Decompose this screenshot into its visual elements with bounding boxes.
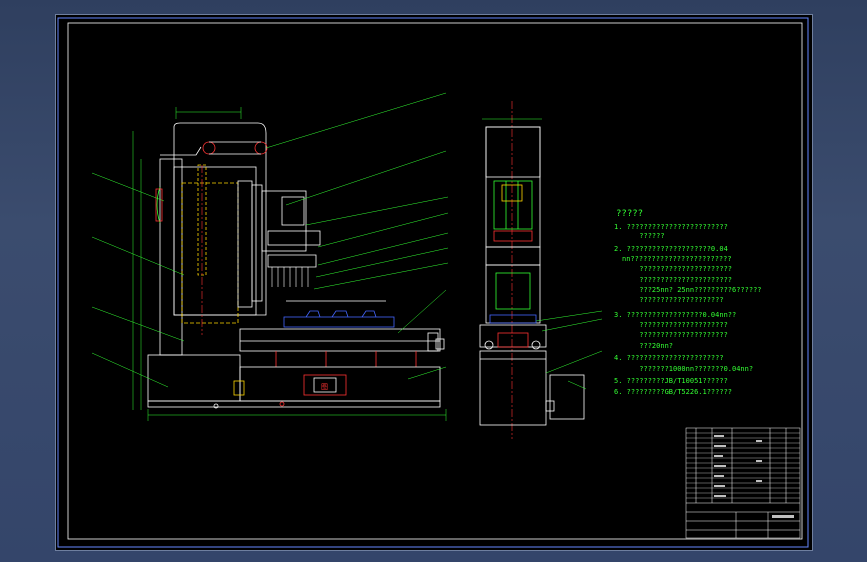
note-line-16: 6. ?????????GB/T5226.1?????? <box>614 388 732 396</box>
note-line-15: 5. ?????????JB/T10051?????? <box>614 377 728 385</box>
technical-notes: ????? 1. ???????????????????????? ??????… <box>614 209 762 396</box>
front-view-panel-label: 图 <box>321 383 328 391</box>
title-block <box>685 427 801 539</box>
note-line-8: ???????????????????? <box>614 296 724 304</box>
cad-viewport[interactable]: 图 ????? 1. ???????????????????????? ????… <box>55 14 813 551</box>
note-line-9: 3. ??????????????????0.04nn?? <box>614 311 736 319</box>
note-line-5: ?????????????????????? <box>614 265 732 273</box>
note-line-12: ???20nn? <box>614 342 673 350</box>
note-line-2: ?????? <box>614 232 665 240</box>
notes-title: ????? <box>616 209 643 219</box>
side-view <box>479 101 585 439</box>
note-line-3: 2. ????????????????????0.04 <box>614 245 728 253</box>
note-line-4: nn???????????????????????? <box>622 255 732 263</box>
note-line-13: 4. ??????????????????????? <box>614 354 724 362</box>
cad-drawing-canvas: 图 ????? 1. ???????????????????????? ????… <box>57 17 809 548</box>
front-view <box>132 107 447 421</box>
note-line-10: ????????????????????? <box>614 321 728 329</box>
title-block-fill <box>714 435 794 518</box>
front-view-leaders <box>91 92 449 388</box>
note-line-6: ?????????????????????? <box>614 276 732 284</box>
note-line-7: ???25nn? 25nn?????????6?????? <box>614 286 762 294</box>
note-line-14: ???????1000nn???????0.04nn? <box>614 365 753 373</box>
note-line-11: ????????????????????? <box>614 331 728 339</box>
note-line-1: 1. ???????????????????????? <box>614 223 728 231</box>
